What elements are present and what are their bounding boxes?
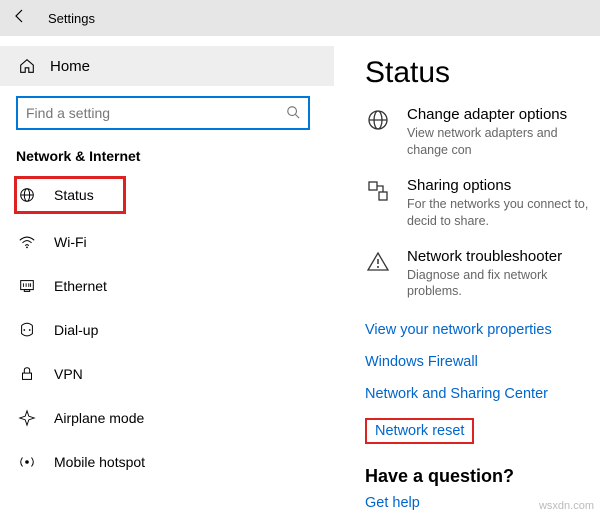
wifi-icon [18,233,36,251]
sidebar-section-title: Network & Internet [16,148,334,164]
ethernet-icon [18,277,36,295]
page-title: Status [365,56,600,90]
sidebar-item-hotspot[interactable]: Mobile hotspot [0,440,334,484]
sidebar-item-label: Airplane mode [54,410,144,426]
option-sharing[interactable]: Sharing options For the networks you con… [365,177,600,230]
link-network-reset[interactable]: Network reset [365,418,474,444]
vpn-icon [18,365,36,383]
sidebar-item-label: Dial-up [54,322,98,338]
search-icon [286,105,300,122]
link-windows-firewall[interactable]: Windows Firewall [365,354,600,370]
sidebar: Home Network & Internet Status [0,36,335,516]
option-title: Sharing options [407,177,600,194]
content: Status Change adapter options View netwo… [335,36,600,516]
sidebar-item-label: Mobile hotspot [54,454,145,470]
sidebar-item-dialup[interactable]: Dial-up [0,308,334,352]
sharing-icon [365,179,391,205]
option-title: Network troubleshooter [407,248,600,265]
sidebar-item-airplane[interactable]: Airplane mode [0,396,334,440]
sidebar-item-label: VPN [54,366,83,382]
question-heading: Have a question? [365,466,600,487]
sidebar-item-label: Status [54,187,94,203]
sidebar-item-home[interactable]: Home [0,46,334,86]
link-sharing-center[interactable]: Network and Sharing Center [365,386,600,402]
home-icon [18,57,36,75]
search-field[interactable] [26,105,286,121]
dialup-icon [18,321,36,339]
watermark: wsxdn.com [539,500,594,512]
airplane-icon [18,409,36,427]
sidebar-item-vpn[interactable]: VPN [0,352,334,396]
sidebar-home-label: Home [50,58,90,75]
sidebar-item-ethernet[interactable]: Ethernet [0,264,334,308]
option-desc: For the networks you connect to, decid t… [407,196,600,230]
titlebar: Settings [0,0,600,36]
globe-icon [365,108,391,134]
warning-icon [365,250,391,276]
option-desc: Diagnose and fix network problems. [407,267,600,301]
back-icon[interactable] [12,8,28,28]
search-input[interactable] [16,96,310,130]
option-adapter[interactable]: Change adapter options View network adap… [365,106,600,159]
sidebar-item-label: Wi-Fi [54,234,87,250]
sidebar-item-wifi[interactable]: Wi-Fi [0,220,334,264]
globe-icon [18,186,36,204]
sidebar-item-status[interactable]: Status [14,176,126,214]
option-title: Change adapter options [407,106,600,123]
hotspot-icon [18,453,36,471]
option-troubleshooter[interactable]: Network troubleshooter Diagnose and fix … [365,248,600,301]
link-view-properties[interactable]: View your network properties [365,322,600,338]
sidebar-item-label: Ethernet [54,278,107,294]
window-title: Settings [48,11,95,26]
option-desc: View network adapters and change con [407,125,600,159]
